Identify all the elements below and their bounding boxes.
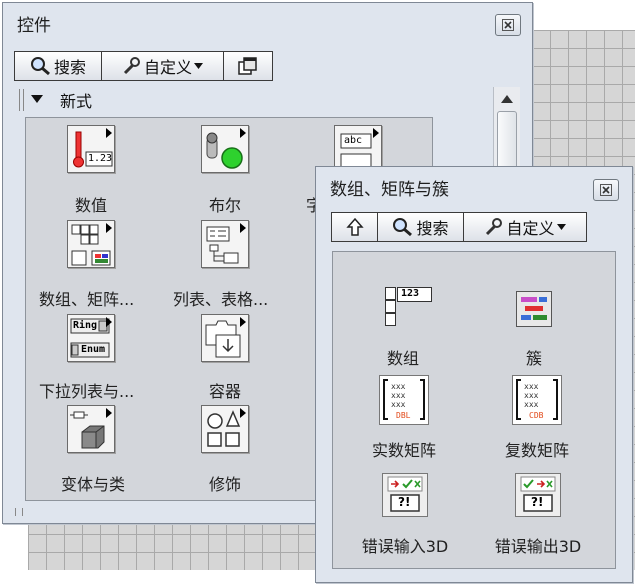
variant-class-tile[interactable] [67, 405, 115, 453]
svg-text:xxx: xxx [391, 382, 406, 391]
complex-matrix-item[interactable]: xxx xxx xxx CDB [512, 375, 562, 425]
submenu-arrow-icon [106, 408, 112, 418]
array-item[interactable]: 123 [385, 287, 433, 329]
palette-title: 控件 [17, 16, 51, 36]
item-label: 错误输入3D [361, 537, 449, 556]
error-out-icon-text: ?! [531, 495, 544, 509]
array-icon-text: 123 [401, 288, 420, 299]
item-label: 复数矩阵 [504, 441, 569, 460]
close-icon [600, 184, 612, 196]
array-matrix-tile[interactable] [67, 220, 115, 268]
dropdown-arrow-icon [556, 224, 566, 230]
item-label: 实数矩阵 [371, 441, 436, 460]
customize-button[interactable]: 自定义 [464, 213, 586, 241]
customize-button[interactable]: 自定义 [102, 52, 224, 80]
ring-enum-tile[interactable]: Ring Enum [67, 314, 115, 362]
svg-text:xxx: xxx [391, 400, 406, 409]
submenu-arrow-icon [240, 223, 246, 233]
ring-icon-text: Ring [73, 320, 98, 331]
numeric-icon-text: 1.23 [88, 153, 113, 164]
error-out-item[interactable]: ?! [515, 473, 561, 517]
submenu-arrow-icon [373, 128, 379, 138]
error-in-item[interactable]: ?! [382, 473, 428, 517]
submenu-arrow-icon [106, 128, 112, 138]
svg-text:xxx: xxx [524, 382, 539, 391]
svg-text:xxx: xxx [391, 391, 406, 400]
enum-icon-text: Enum [81, 344, 106, 355]
palette-title: 数组、矩阵与簇 [330, 180, 449, 200]
tile-label: 布尔 [208, 196, 241, 215]
boolean-tile[interactable] [201, 125, 249, 173]
category-header[interactable]: 新式 [15, 87, 255, 113]
tile-label: 数值 [74, 196, 107, 215]
search-icon [30, 57, 50, 76]
decorations-tile[interactable] [201, 405, 249, 453]
submenu-arrow-icon [106, 317, 112, 327]
string-icon-text: abc [344, 135, 363, 146]
up-arrow-icon [345, 217, 364, 236]
search-icon [393, 218, 413, 237]
cluster-item[interactable] [516, 291, 552, 327]
palette-toolbar: 搜索 自定义 [14, 51, 273, 81]
scroll-up-icon[interactable] [501, 95, 513, 103]
array-palette-window: 数组、矩阵与簇 搜索 自定义 123 数组 簇 xxx xxx xxx DBL 实数… [315, 166, 633, 583]
error-in-icon-text: ?! [398, 495, 411, 509]
tile-label: 容器 [208, 382, 241, 401]
svg-text:xxx: xxx [524, 391, 539, 400]
search-button[interactable]: 搜索 [378, 213, 464, 241]
wrench-icon [123, 57, 140, 75]
submenu-arrow-icon [240, 128, 246, 138]
numeric-tile[interactable]: 1.23 [67, 125, 115, 173]
item-label: 数组 [386, 349, 419, 368]
category-label: 新式 [60, 92, 93, 111]
cluster-icon [516, 291, 552, 327]
resize-grip[interactable] [15, 508, 23, 516]
submenu-arrow-icon [240, 317, 246, 327]
tile-label: 修饰 [208, 475, 241, 494]
tile-label: 数组、矩阵... [39, 290, 135, 309]
search-label: 搜索 [416, 219, 449, 238]
search-button[interactable]: 搜索 [15, 52, 102, 80]
close-icon [502, 19, 514, 31]
tile-label: 下拉列表与... [39, 382, 135, 401]
palette-toolbar: 搜索 自定义 [331, 212, 587, 242]
collapse-grip [19, 89, 24, 111]
dbl-icon-text: DBL [396, 411, 411, 420]
submenu-arrow-icon [240, 408, 246, 418]
tile-label: 列表、表格... [173, 290, 269, 309]
item-label: 簇 [525, 349, 542, 368]
customize-label: 自定义 [506, 219, 555, 238]
view-options-button[interactable] [224, 52, 272, 80]
tile-label: 变体与类 [60, 475, 125, 494]
item-label: 错误输出3D [494, 537, 582, 556]
customize-label: 自定义 [143, 58, 192, 77]
wrench-icon [486, 218, 503, 236]
navigate-up-button[interactable] [332, 213, 378, 241]
containers-tile[interactable] [201, 314, 249, 362]
window-stack-icon [238, 57, 257, 75]
cdb-icon-text: CDB [529, 411, 544, 420]
dropdown-arrow-icon [194, 63, 203, 69]
submenu-arrow-icon [106, 223, 112, 233]
search-label: 搜索 [53, 58, 86, 77]
close-button[interactable] [593, 179, 619, 201]
svg-text:xxx: xxx [524, 400, 539, 409]
real-matrix-item[interactable]: xxx xxx xxx DBL [379, 375, 429, 425]
collapse-arrow-icon[interactable] [31, 95, 43, 105]
array-tile-area [332, 251, 616, 569]
close-button[interactable] [495, 14, 521, 36]
list-table-tile[interactable] [201, 220, 249, 268]
